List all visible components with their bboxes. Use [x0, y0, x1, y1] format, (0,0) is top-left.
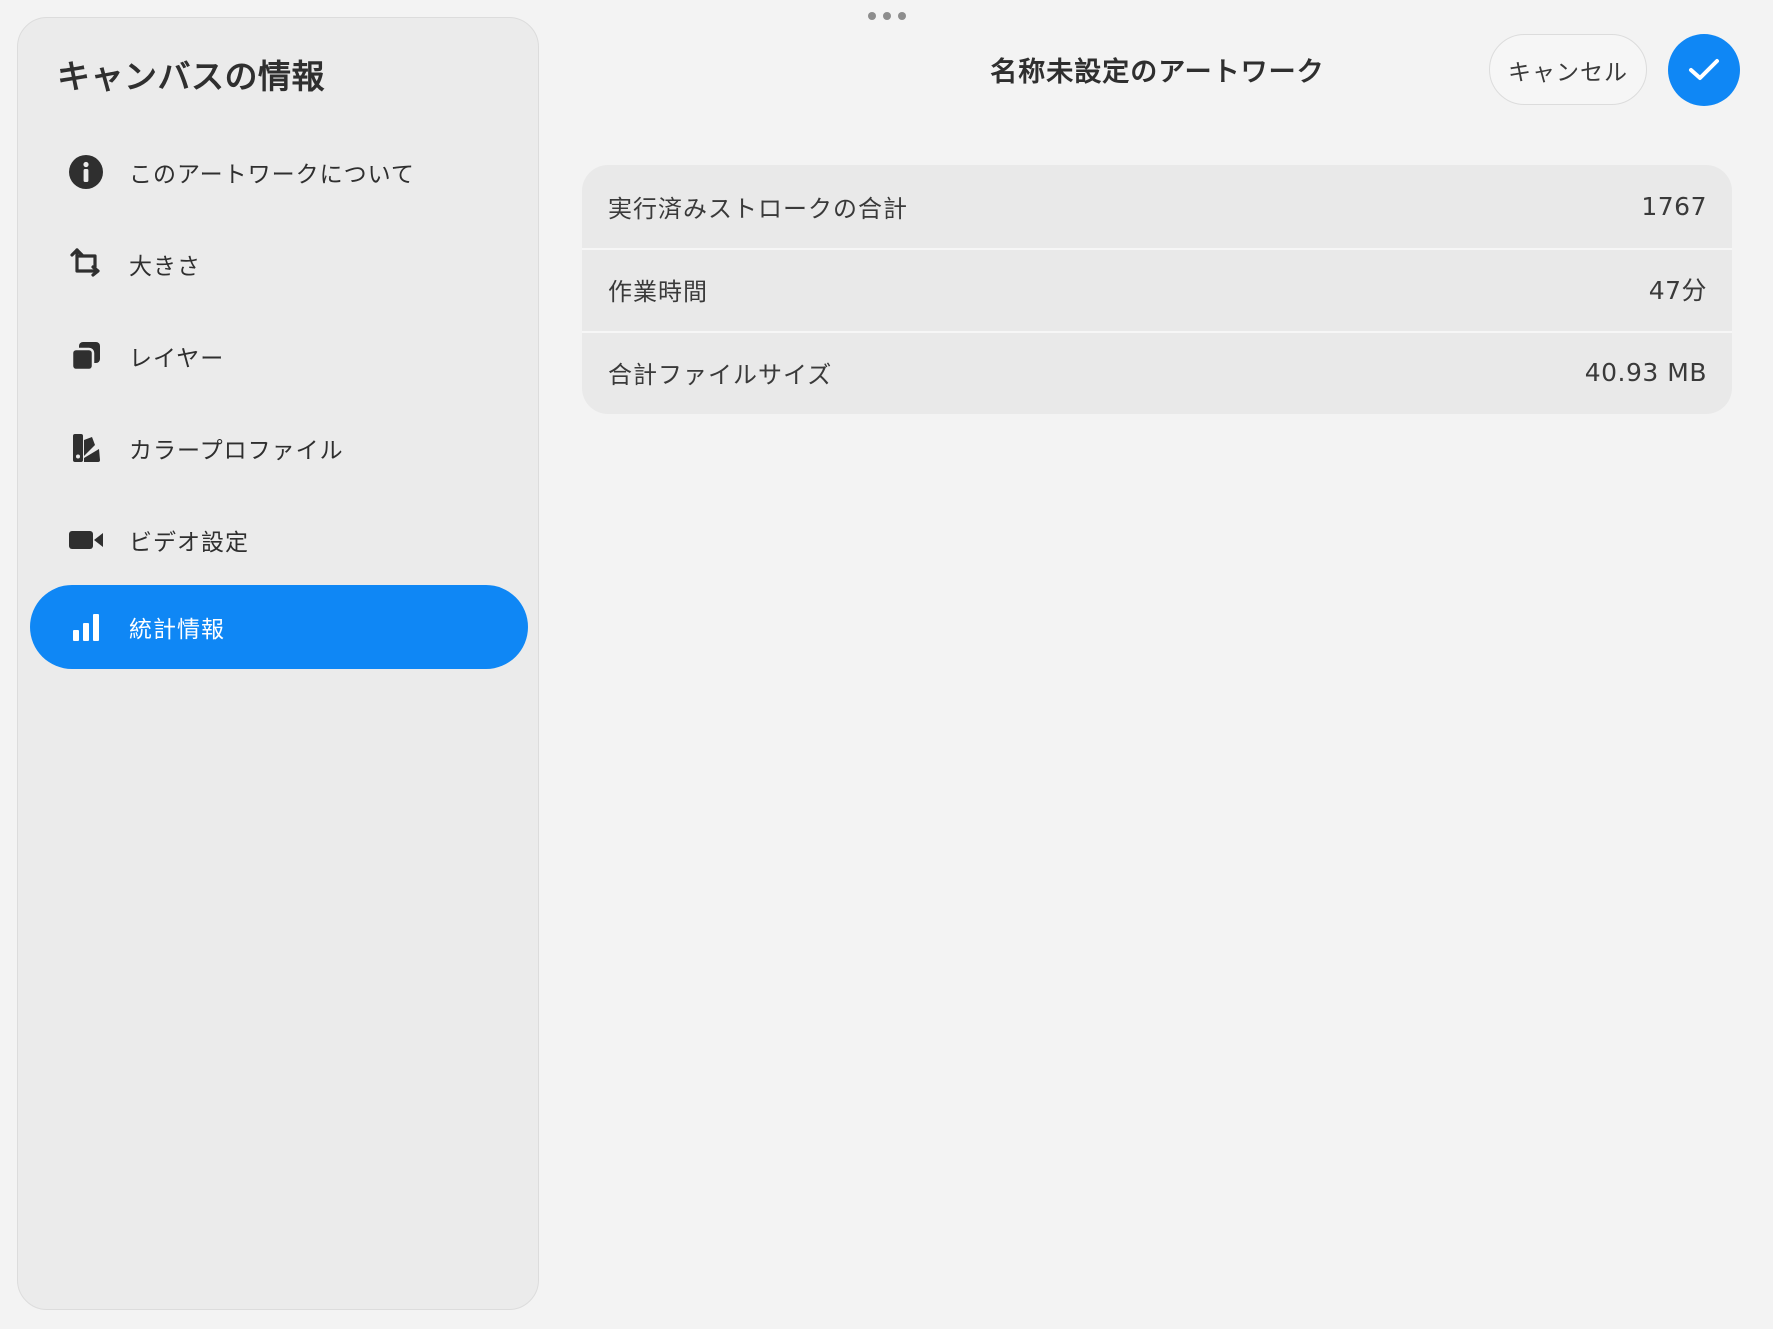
sidebar-item-size[interactable]: 大きさ	[30, 222, 528, 306]
bar-chart-icon	[68, 609, 104, 645]
page-title: 名称未設定のアートワーク	[990, 57, 1325, 88]
sidebar-item-label: ビデオ設定	[129, 530, 249, 556]
checkmark-icon	[1687, 57, 1721, 83]
sidebar-item-label: カラープロファイル	[129, 438, 344, 464]
drag-handle[interactable]	[868, 11, 906, 21]
sidebar-item-label: 大きさ	[129, 254, 201, 280]
sidebar: キャンバスの情報 このアートワークについて 大きさ レイヤー カラープロファイル…	[17, 17, 539, 1310]
sidebar-title: キャンバスの情報	[57, 57, 325, 96]
stat-value: 1767	[1641, 191, 1707, 221]
sidebar-item-video-settings[interactable]: ビデオ設定	[30, 498, 528, 582]
color-swatch-icon	[68, 430, 104, 466]
cancel-button[interactable]: キャンセル	[1489, 34, 1647, 105]
stat-label: 作業時間	[608, 277, 708, 306]
sidebar-item-label: レイヤー	[129, 346, 225, 372]
handle-dot	[883, 12, 891, 20]
stat-value: 47分	[1648, 276, 1707, 305]
layers-icon	[68, 338, 104, 374]
stat-label: 実行済みストロークの合計	[608, 194, 908, 223]
sidebar-item-label: 統計情報	[129, 617, 225, 643]
crop-icon	[68, 246, 104, 282]
stat-row-file-size: 合計ファイルサイズ 40.93 MB	[582, 331, 1732, 413]
stat-row-working-time: 作業時間 47分	[582, 248, 1732, 330]
stat-label: 合計ファイルサイズ	[608, 360, 833, 389]
sidebar-item-color-profile[interactable]: カラープロファイル	[30, 406, 528, 490]
stat-row-total-strokes: 実行済みストロークの合計 1767	[582, 165, 1732, 247]
sidebar-item-layers[interactable]: レイヤー	[30, 314, 528, 398]
statistics-card: 実行済みストロークの合計 1767 作業時間 47分 合計ファイルサイズ 40.…	[582, 165, 1732, 414]
video-camera-icon	[68, 522, 104, 558]
stat-value: 40.93 MB	[1584, 357, 1707, 387]
info-icon	[68, 154, 104, 190]
handle-dot	[868, 12, 876, 20]
confirm-button[interactable]	[1668, 34, 1740, 106]
sidebar-item-label: このアートワークについて	[129, 162, 415, 188]
sidebar-item-statistics[interactable]: 統計情報	[30, 585, 528, 669]
sidebar-item-about-artwork[interactable]: このアートワークについて	[30, 130, 528, 214]
handle-dot	[898, 12, 906, 20]
